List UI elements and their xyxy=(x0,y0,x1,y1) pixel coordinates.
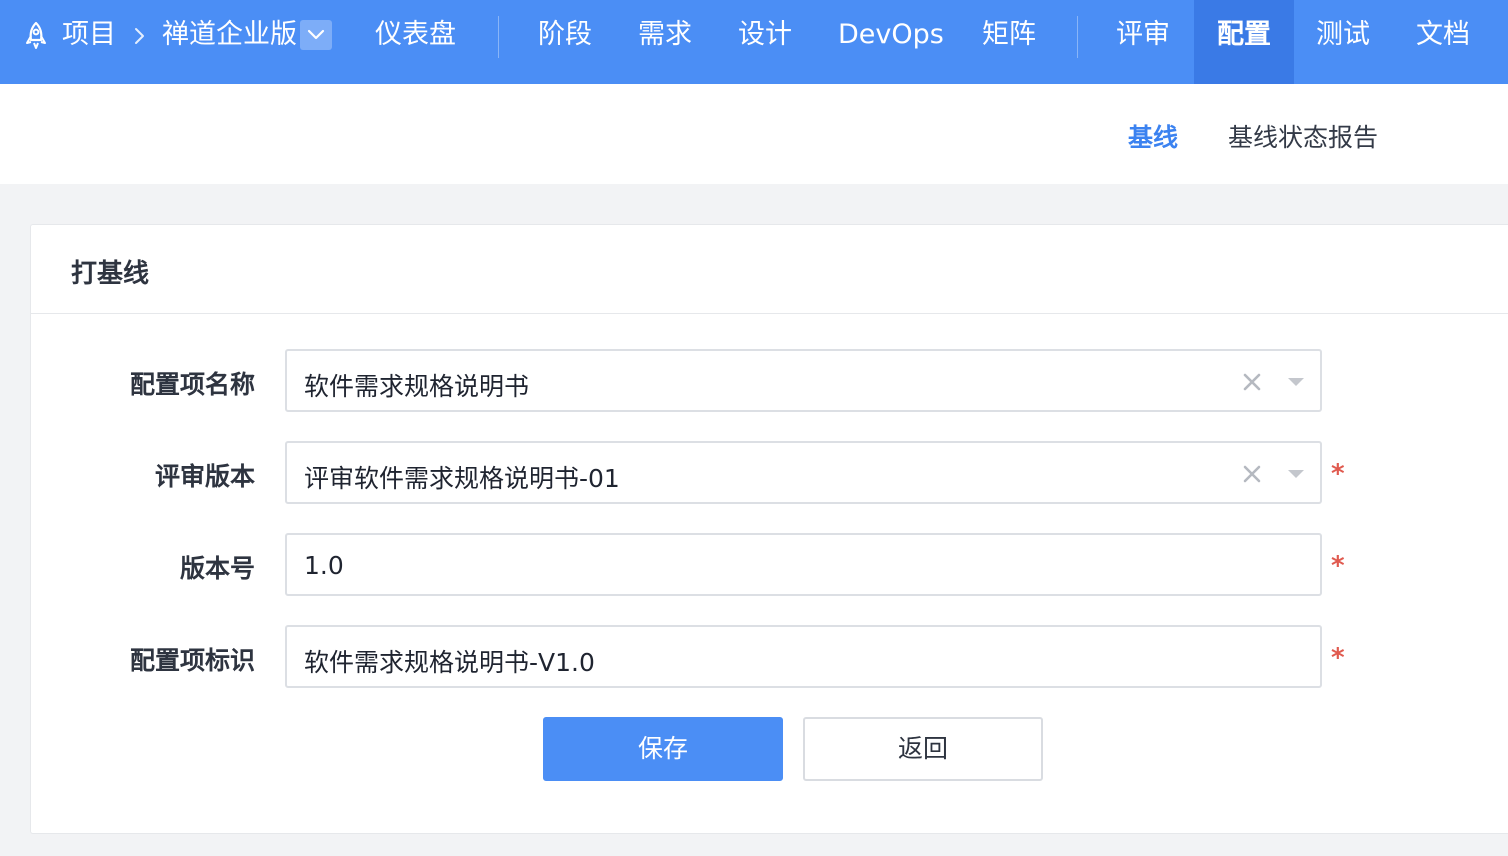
nav-stage[interactable]: 阶段 xyxy=(538,0,592,84)
close-icon[interactable] xyxy=(1242,464,1262,484)
nav-doc[interactable]: 文档 xyxy=(1416,0,1470,84)
version-number-input[interactable]: 1.0 xyxy=(285,533,1322,596)
nav-divider xyxy=(498,16,499,58)
version-number-value: 1.0 xyxy=(304,551,344,580)
chevron-down-icon xyxy=(307,29,325,40)
review-version-select[interactable]: 评审软件需求规格说明书-01 xyxy=(285,441,1322,504)
review-version-label: 评审版本 xyxy=(154,462,255,491)
breadcrumb-project[interactable]: 项目 xyxy=(62,0,116,84)
config-item-id-label: 配置项标识 xyxy=(129,646,255,675)
caret-down-icon[interactable] xyxy=(1288,378,1304,387)
back-button[interactable]: 返回 xyxy=(803,717,1043,781)
config-item-name-select[interactable]: 软件需求规格说明书 xyxy=(285,349,1322,412)
product-switch-button[interactable] xyxy=(300,20,332,50)
subnav-baseline[interactable]: 基线 xyxy=(1128,118,1178,154)
nav-devops[interactable]: DevOps xyxy=(838,0,944,84)
config-item-id-value: 软件需求规格说明书-V1.0 xyxy=(304,648,595,677)
config-item-id-input[interactable]: 软件需求规格说明书-V1.0 xyxy=(285,625,1322,688)
review-version-value: 评审软件需求规格说明书-01 xyxy=(304,464,620,493)
required-asterisk: * xyxy=(1331,459,1345,489)
nav-divider xyxy=(1077,16,1078,58)
top-navbar: 项目 禅道企业版 仪表盘 阶段 需求 设计 DevOps 矩阵 评审 配置 测试… xyxy=(0,0,1508,84)
nav-test[interactable]: 测试 xyxy=(1316,0,1370,84)
rocket-icon[interactable] xyxy=(22,21,50,51)
nav-review[interactable]: 评审 xyxy=(1116,0,1170,84)
subnav-baseline-report[interactable]: 基线状态报告 xyxy=(1228,118,1378,154)
create-baseline-panel: 打基线 配置项名称 软件需求规格说明书 评审版本 评审软件需求规格说明书-01 … xyxy=(30,224,1508,834)
close-icon[interactable] xyxy=(1242,372,1262,392)
nav-dashboard[interactable]: 仪表盘 xyxy=(375,0,456,84)
required-asterisk: * xyxy=(1331,551,1345,581)
nav-matrix[interactable]: 矩阵 xyxy=(982,0,1036,84)
nav-config[interactable]: 配置 xyxy=(1194,0,1294,84)
caret-down-icon[interactable] xyxy=(1288,470,1304,479)
config-item-name-label: 配置项名称 xyxy=(129,370,255,399)
panel-header: 打基线 xyxy=(31,225,1508,314)
chevron-right-icon xyxy=(135,28,144,44)
nav-design[interactable]: 设计 xyxy=(738,0,792,84)
sub-navbar: 基线 基线状态报告 xyxy=(0,84,1508,184)
nav-story[interactable]: 需求 xyxy=(638,0,692,84)
config-item-name-value: 软件需求规格说明书 xyxy=(304,372,530,401)
save-button[interactable]: 保存 xyxy=(543,717,783,781)
panel-title: 打基线 xyxy=(71,259,150,289)
product-name[interactable]: 禅道企业版 xyxy=(162,0,297,84)
required-asterisk: * xyxy=(1331,643,1345,673)
version-number-label: 版本号 xyxy=(179,554,255,583)
